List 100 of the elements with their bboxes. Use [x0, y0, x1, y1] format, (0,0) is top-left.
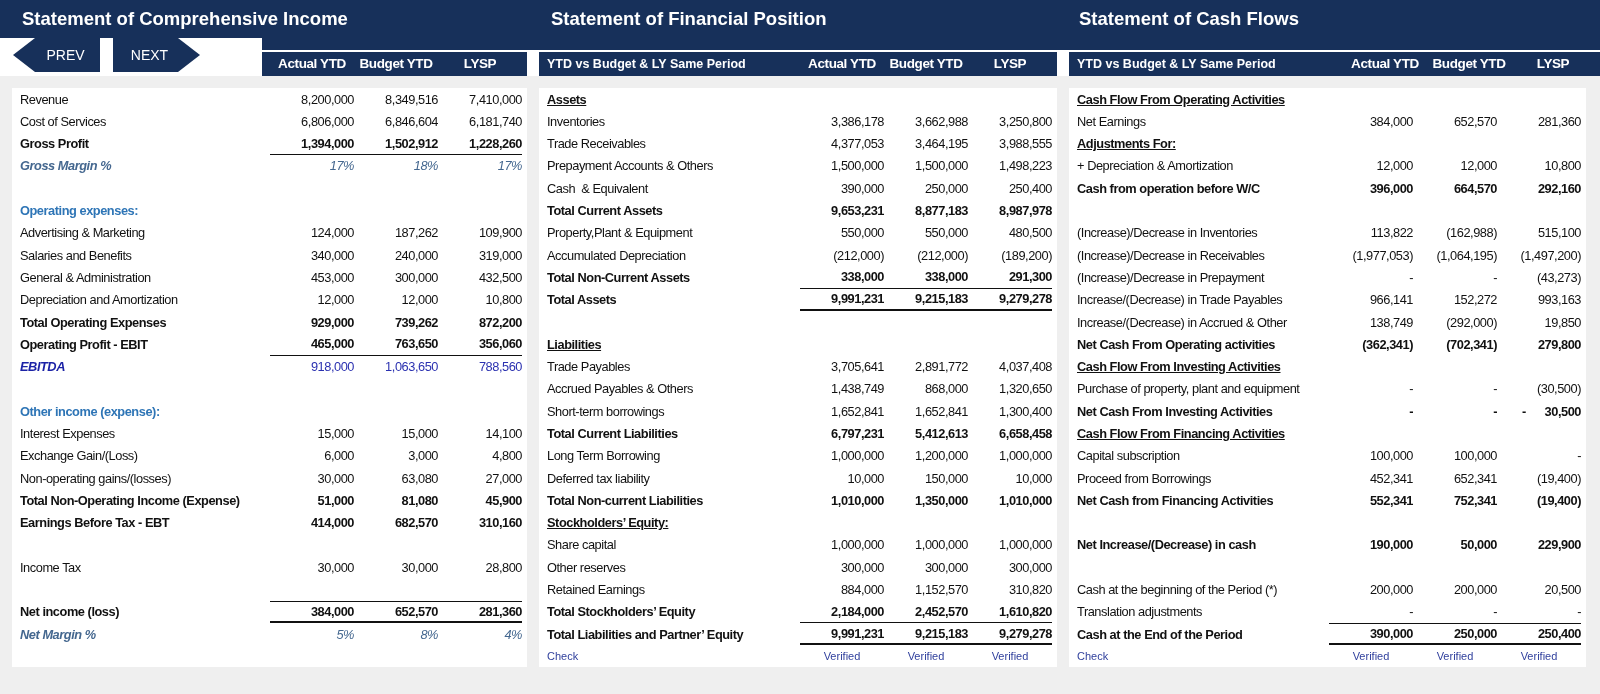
amount-cell-text: 6,181,740: [468, 112, 522, 131]
amount-cell-text: (43,273): [1535, 268, 1581, 287]
check-status: Verified: [1519, 649, 1559, 665]
amount-cell-text: 250,400: [1007, 179, 1052, 198]
amount-cell-text: 3,662,988: [914, 112, 968, 131]
amount-cell-text: -: [1408, 402, 1413, 421]
row-label: Cash from operation before W/C: [1077, 179, 1261, 198]
prev-button[interactable]: PREV: [13, 38, 100, 72]
amount-cell: 2,184,000: [800, 600, 884, 624]
check-status: Verified: [822, 649, 862, 665]
row-label: Trade Payables: [547, 358, 631, 377]
row-label: Non-operating gains/(losses): [20, 469, 172, 488]
amount-cell-text: 45,900: [484, 491, 522, 510]
amount-cell-text: 10,800: [484, 291, 522, 310]
amount-cell-text: 9,653,231: [830, 202, 884, 221]
amount-cell-text: -: [1576, 603, 1581, 622]
amount-cell-text: 100,000: [1368, 447, 1413, 466]
row-label: Retained Earnings: [547, 581, 646, 600]
amount-cell-text: 868,000: [923, 380, 968, 399]
amount-cell-text: 1,200,000: [914, 447, 968, 466]
row-label: Proceed from Borrowings: [1077, 469, 1213, 488]
amount-cell-text: (19,400): [1535, 491, 1581, 510]
row-label: (Increase)/Decrease in Receivables: [1077, 246, 1266, 265]
amount-cell-text: 1,500,000: [914, 157, 968, 176]
row-label: + Depreciation & Amortization: [1077, 157, 1234, 176]
amount-cell-text: 12,000: [1375, 157, 1413, 176]
amount-cell-text: 480,500: [1007, 224, 1052, 243]
amount-cell-text: 6,806,000: [300, 112, 354, 131]
next-button[interactable]: NEXT: [113, 38, 200, 72]
column-header: Actual YTD: [277, 54, 347, 73]
amount-cell: 9,991,231: [800, 623, 884, 646]
amount-cell-text: (702,341): [1445, 335, 1497, 354]
column-header: Budget YTD: [358, 54, 434, 73]
amount-cell-text: 15,000: [400, 425, 438, 443]
column-header: LYSP: [992, 54, 1028, 73]
row-label: Translation adjustments: [1077, 603, 1204, 622]
row-label: Deferred tax liability: [547, 469, 651, 488]
amount-cell-text: 652,341: [1452, 469, 1497, 488]
amount-cell-text: -: [1408, 603, 1413, 622]
amount-cell-text: 279,800: [1536, 335, 1581, 354]
amount-cell-text: 515,100: [1536, 224, 1581, 243]
amount-cell-text: 12,000: [1459, 157, 1497, 176]
amount-cell-text: 138,749: [1368, 313, 1413, 332]
amount-cell-text: 1,152,570: [914, 581, 968, 600]
row-label: Short-term borrowings: [547, 402, 666, 421]
amount-cell-text: - 30,500: [1521, 402, 1581, 421]
row-label: Long Term Borrowing: [547, 447, 661, 466]
amount-cell-text: -: [1492, 380, 1497, 399]
amount-cell-text: 150,000: [923, 469, 968, 488]
amount-cell-text: 1,000,000: [998, 447, 1052, 466]
amount-cell-text: 124,000: [309, 224, 354, 243]
amount-cell: 338,000: [884, 266, 968, 289]
amount-cell-text: 319,000: [477, 246, 522, 265]
amount-cell: 250,000: [1413, 623, 1497, 646]
amount-cell-text: 310,820: [1007, 581, 1052, 600]
row-label: Depreciation and Amortization: [20, 291, 179, 310]
amount-cell-text: 8,200,000: [300, 90, 354, 109]
period-label: YTD vs Budget & LY Same Period: [1077, 55, 1277, 73]
amount-cell-text: 452,341: [1368, 469, 1413, 488]
amount-cell-text: 152,272: [1452, 291, 1497, 310]
row-label: Total Non-Current Assets: [547, 268, 691, 287]
amount-cell-text: 396,000: [1368, 179, 1413, 198]
amount-cell-text: 30,000: [316, 558, 354, 577]
amount-cell-text: 390,000: [839, 179, 884, 198]
amount-cell-text: 17%: [496, 157, 522, 176]
row-label: Cost of Services: [20, 112, 107, 131]
amount-cell-text: (189,200): [1000, 246, 1052, 265]
row-label: Income Tax: [20, 558, 82, 577]
amount-cell-text: 10,800: [1543, 157, 1581, 176]
amount-cell: 763,650: [354, 333, 438, 356]
amount-cell-text: 4,377,053: [830, 135, 884, 154]
row-label: Net income (loss): [20, 603, 120, 622]
amount-cell-text: 292,160: [1536, 179, 1581, 198]
amount-cell-text: 113,822: [1369, 224, 1413, 243]
amount-cell-text: 18%: [412, 157, 438, 176]
statement-title: Statement of Cash Flows: [1079, 7, 1300, 32]
amount-cell-text: 229,900: [1536, 536, 1581, 555]
row-label: Cash & Equivalent: [547, 179, 650, 198]
amount-cell-text: 240,000: [393, 246, 438, 265]
period-label: YTD vs Budget & LY Same Period: [547, 55, 747, 73]
amount-cell-text: (212,000): [832, 246, 884, 265]
column-header: Budget YTD: [888, 54, 964, 73]
amount-cell-text: 872,200: [477, 313, 522, 332]
amount-cell: 9,215,183: [884, 623, 968, 646]
section-heading: Cash Flow From Operating Activities: [1077, 90, 1286, 109]
amount-cell: 291,300: [968, 266, 1052, 289]
amount-cell-text: -: [1492, 402, 1497, 421]
amount-cell: 9,991,231: [800, 288, 884, 311]
check-status: Verified: [906, 649, 946, 665]
row-label: EBITDA: [20, 358, 66, 377]
row-label: (Increase)/Decrease in Prepayment: [1077, 268, 1266, 287]
row-label: Trade Receivables: [547, 135, 647, 154]
row-label: Cash at the End of the Period: [1077, 625, 1244, 644]
amount-cell-text: 884,000: [839, 581, 884, 600]
amount-cell-text: 8,349,516: [384, 90, 438, 109]
section-heading: Adjustments For:: [1077, 135, 1177, 154]
section-heading: Stockholders’ Equity:: [547, 514, 670, 533]
amount-cell: 465,000: [270, 333, 354, 356]
amount-cell-text: 19,850: [1543, 313, 1581, 332]
amount-cell-text: 1,320,650: [998, 380, 1052, 399]
